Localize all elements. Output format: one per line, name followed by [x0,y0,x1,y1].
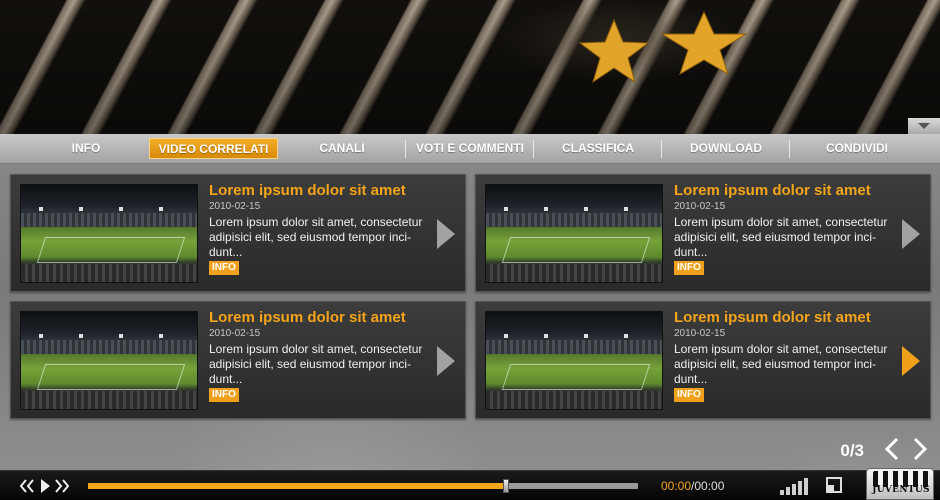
juventus-logo: JUVENTUS [866,468,934,500]
tab-condividi[interactable]: CONDIVIDI [810,138,904,159]
video-date: 2010-02-15 [674,201,726,212]
collapse-button[interactable] [908,118,940,134]
tab-separator [661,140,662,158]
play-arrow-icon[interactable] [902,219,920,249]
video-thumbnail[interactable] [20,184,198,283]
video-description: Lorem ipsum dolor sit amet, consectetur … [674,215,888,259]
tab-separator [405,140,406,158]
time-display: 00:00/00:00 [661,479,724,493]
progress-track[interactable] [88,479,638,493]
fullscreen-icon[interactable] [826,477,842,493]
volume-icon[interactable] [780,477,808,495]
tab-download[interactable]: DOWNLOAD [676,138,776,159]
info-button[interactable]: INFO [209,388,239,402]
video-thumbnail[interactable] [20,311,198,410]
video-card[interactable]: Lorem ipsum dolor sit amet 2010-02-15 Lo… [475,301,931,419]
progress-fill [88,483,506,489]
video-date: 2010-02-15 [209,328,261,339]
video-description: Lorem ipsum dolor sit amet, consectetur … [209,215,423,259]
info-button[interactable]: INFO [209,261,239,275]
video-description: Lorem ipsum dolor sit amet, consectetur … [209,342,423,386]
video-description: Lorem ipsum dolor sit amet, consectetur … [674,342,888,386]
tab-canali[interactable]: CANALI [306,138,378,159]
hero-banner [0,0,940,134]
video-card[interactable]: Lorem ipsum dolor sit amet 2010-02-15 Lo… [475,174,931,292]
current-time: 00:00 [661,479,692,493]
tab-info[interactable]: INFO [56,138,116,159]
play-arrow-icon[interactable] [437,346,455,376]
logo-wordmark: JUVENTUS [872,485,930,495]
star-icon [660,10,748,76]
tab-classifica[interactable]: CLASSIFICA [548,138,648,159]
tab-voti-e-commenti[interactable]: VOTI E COMMENTI [410,138,530,159]
video-title[interactable]: Lorem ipsum dolor sit amet [674,309,871,326]
related-videos-panel: INFO VIDEO CORRELATI CANALI VOTI E COMME… [0,134,940,470]
rewind-icon[interactable] [18,478,36,494]
play-arrow-icon[interactable] [437,219,455,249]
play-arrow-icon[interactable] [902,346,920,376]
player-controls: 00:00/00:00 [0,470,940,500]
video-card[interactable]: Lorem ipsum dolor sit amet 2010-02-15 Lo… [10,174,466,292]
video-title[interactable]: Lorem ipsum dolor sit amet [209,182,406,199]
video-date: 2010-02-15 [674,328,726,339]
tab-video-correlati[interactable]: VIDEO CORRELATI [149,138,278,159]
star-icon [578,18,650,84]
video-date: 2010-02-15 [209,201,261,212]
page-counter: 0/3 [840,441,864,460]
play-icon[interactable] [39,478,51,494]
total-time: /00:00 [691,479,725,493]
progress-handle[interactable] [503,479,509,493]
chevron-left-icon[interactable] [882,436,902,462]
video-thumbnail[interactable] [485,311,663,410]
info-button[interactable]: INFO [674,261,704,275]
tab-separator [789,140,790,158]
video-card[interactable]: Lorem ipsum dolor sit amet 2010-02-15 Lo… [10,301,466,419]
tab-separator [533,140,534,158]
collapse-icon [918,123,930,129]
info-button[interactable]: INFO [674,388,704,402]
tab-bar: INFO VIDEO CORRELATI CANALI VOTI E COMME… [0,134,940,164]
chevron-right-icon[interactable] [910,436,930,462]
video-title[interactable]: Lorem ipsum dolor sit amet [674,182,871,199]
video-title[interactable]: Lorem ipsum dolor sit amet [209,309,406,326]
fast-forward-icon[interactable] [53,478,71,494]
video-thumbnail[interactable] [485,184,663,283]
